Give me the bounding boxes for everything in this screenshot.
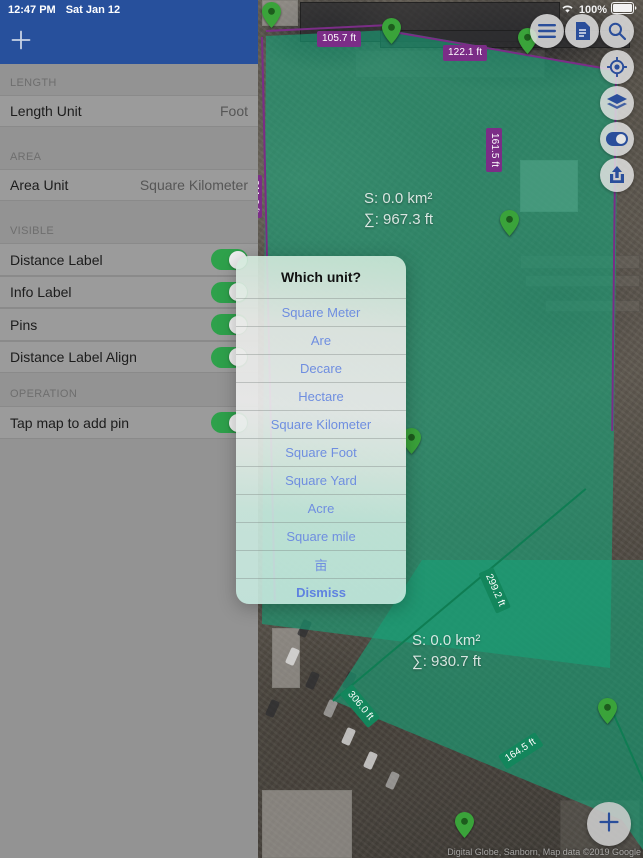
polygon-perimeter: ∑: 967.3 ft <box>364 211 434 228</box>
dialog-title: Which unit? <box>280 269 362 285</box>
share-button[interactable] <box>600 158 634 192</box>
dialog-option-square-meter[interactable]: Square Meter <box>236 298 406 326</box>
status-time: 12:47 PM <box>8 4 56 16</box>
section-header-length: LENGTH <box>0 64 258 95</box>
row-distance-label-align[interactable]: Distance Label Align <box>0 341 258 373</box>
locate-button[interactable] <box>600 50 634 84</box>
row-label: Distance Label <box>10 251 103 268</box>
row-info-label[interactable]: Info Label <box>0 276 258 308</box>
section-header-area: AREA <box>0 127 258 169</box>
status-bar: 12:47 PM Sat Jan 12 <box>0 0 258 20</box>
polygon-info-top: S: 0.0 km² ∑: 967.3 ft <box>364 188 433 230</box>
status-bar-right: 100% <box>560 0 637 20</box>
unit-picker-dialog: Which unit? Square Meter Are Decare Hect… <box>236 256 406 604</box>
dialog-option-decare[interactable]: Decare <box>236 354 406 382</box>
map-attribution: Digital Globe, Sanborn, Map data ©2019 G… <box>447 847 641 857</box>
polygon-info-bottom: S: 0.0 km² ∑: 930.7 ft <box>412 630 481 672</box>
row-pins[interactable]: Pins <box>0 308 258 341</box>
search-icon <box>608 22 626 40</box>
dialog-option-are[interactable]: Are <box>236 326 406 354</box>
distance-label: 161.5 ft <box>486 128 502 173</box>
row-area-unit[interactable]: Area Unit Square Kilometer <box>0 169 258 201</box>
section-header-visible: VISIBLE <box>0 201 258 243</box>
dialog-option-mu[interactable]: 亩 <box>236 550 406 578</box>
toggle-button[interactable] <box>600 122 634 156</box>
row-tap-map-to-add-pin[interactable]: Tap map to add pin <box>0 406 258 439</box>
row-label: Distance Label Align <box>10 349 137 365</box>
map-pin[interactable] <box>382 18 401 44</box>
dialog-option-square-kilometer[interactable]: Square Kilometer <box>236 410 406 438</box>
distance-label: 105.7 ft <box>317 31 362 47</box>
battery-percent: 100% <box>578 4 607 16</box>
row-value: Square Kilometer <box>139 177 248 193</box>
dialog-dismiss-button[interactable]: Dismiss <box>236 578 406 604</box>
map-pin[interactable] <box>598 698 617 724</box>
battery-full-icon <box>611 1 637 19</box>
row-label: Info Label <box>10 284 72 300</box>
polygon-area: S: 0.0 km² <box>364 190 433 207</box>
settings-panel: 12:47 PM Sat Jan 12 LENGTH Length Unit F… <box>0 0 258 858</box>
row-label: Length Unit <box>10 103 82 119</box>
document-icon <box>575 22 590 40</box>
layers-button[interactable] <box>600 86 634 120</box>
status-date: Sat Jan 12 <box>65 4 121 16</box>
app-screen: 105.7 ft 122.1 ft 161.5 ft 311.0 ft S: 0… <box>0 0 643 858</box>
map-building <box>262 790 352 858</box>
dialog-option-square-mile[interactable]: Square mile <box>236 522 406 550</box>
plus-icon <box>598 811 620 838</box>
map-pin[interactable] <box>455 812 474 838</box>
row-length-unit[interactable]: Length Unit Foot <box>0 95 258 127</box>
dialog-option-hectare[interactable]: Hectare <box>236 382 406 410</box>
row-label: Area Unit <box>10 177 69 193</box>
wifi-icon <box>560 1 575 19</box>
row-value: Foot <box>219 103 248 119</box>
row-label: Tap map to add pin <box>10 414 130 431</box>
polygon-perimeter: ∑: 930.7 ft <box>412 653 482 670</box>
dialog-option-acre[interactable]: Acre <box>236 494 406 522</box>
row-label: Pins <box>10 316 38 333</box>
locate-icon <box>607 57 627 77</box>
layers-icon <box>607 94 627 112</box>
section-header-operation: OPERATION <box>0 373 258 406</box>
map-pin[interactable] <box>262 2 281 28</box>
menu-icon <box>538 24 556 38</box>
polygon-area: S: 0.0 km² <box>412 632 481 649</box>
add-pin-fab[interactable] <box>587 802 631 846</box>
plus-icon[interactable] <box>10 29 32 56</box>
row-distance-label[interactable]: Distance Label <box>0 243 258 276</box>
distance-label: 122.1 ft <box>443 45 488 61</box>
toggle-icon <box>606 132 628 146</box>
nav-bar <box>0 20 258 64</box>
share-icon <box>608 166 626 184</box>
dialog-option-square-yard[interactable]: Square Yard <box>236 466 406 494</box>
map-pin[interactable] <box>500 210 519 236</box>
dialog-option-square-foot[interactable]: Square Foot <box>236 438 406 466</box>
